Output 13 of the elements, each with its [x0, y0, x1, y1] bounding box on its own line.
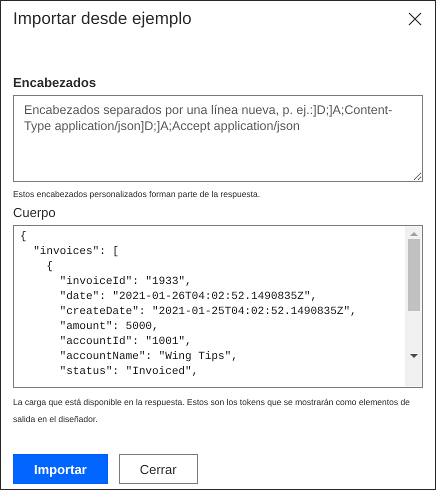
- dialog-title: Importar desde ejemplo: [13, 9, 192, 29]
- headers-field[interactable]: Encabezados separados por una línea nueva, p. ej.:]D;]A;Content-Type application/json]D;]A;Accept application/json: [13, 95, 423, 182]
- close-button[interactable]: [407, 11, 423, 27]
- close-dialog-button[interactable]: Cerrar: [118, 454, 198, 484]
- body-field[interactable]: [13, 225, 423, 388]
- headers-help-text: Estos encabezados personalizados forman parte de la respuesta.: [13, 188, 262, 201]
- headers-label: Encabezados: [13, 75, 98, 90]
- scrollbar[interactable]: [405, 226, 422, 387]
- json-text: { "invoices": [ { "invoiceId": "1933", "date": "2021-01-26T04:02:52.1490835Z", "createDate": "2021-01-25T04:02:52.1490835Z", "amount": 5000, "accountId": "1001", "accountName": "Wing Tips", "status": "Invoiced",: [19, 230, 358, 380]
- import-button[interactable]: Importar: [13, 454, 108, 484]
- scroll-down-icon[interactable]: [410, 353, 418, 359]
- body-label: Cuerpo: [13, 205, 57, 220]
- body-help-text: La carga que está disponible en la respuesta. Estos son los tokens que se mostrarán como elementos de salida en el diseñador.: [13, 396, 411, 426]
